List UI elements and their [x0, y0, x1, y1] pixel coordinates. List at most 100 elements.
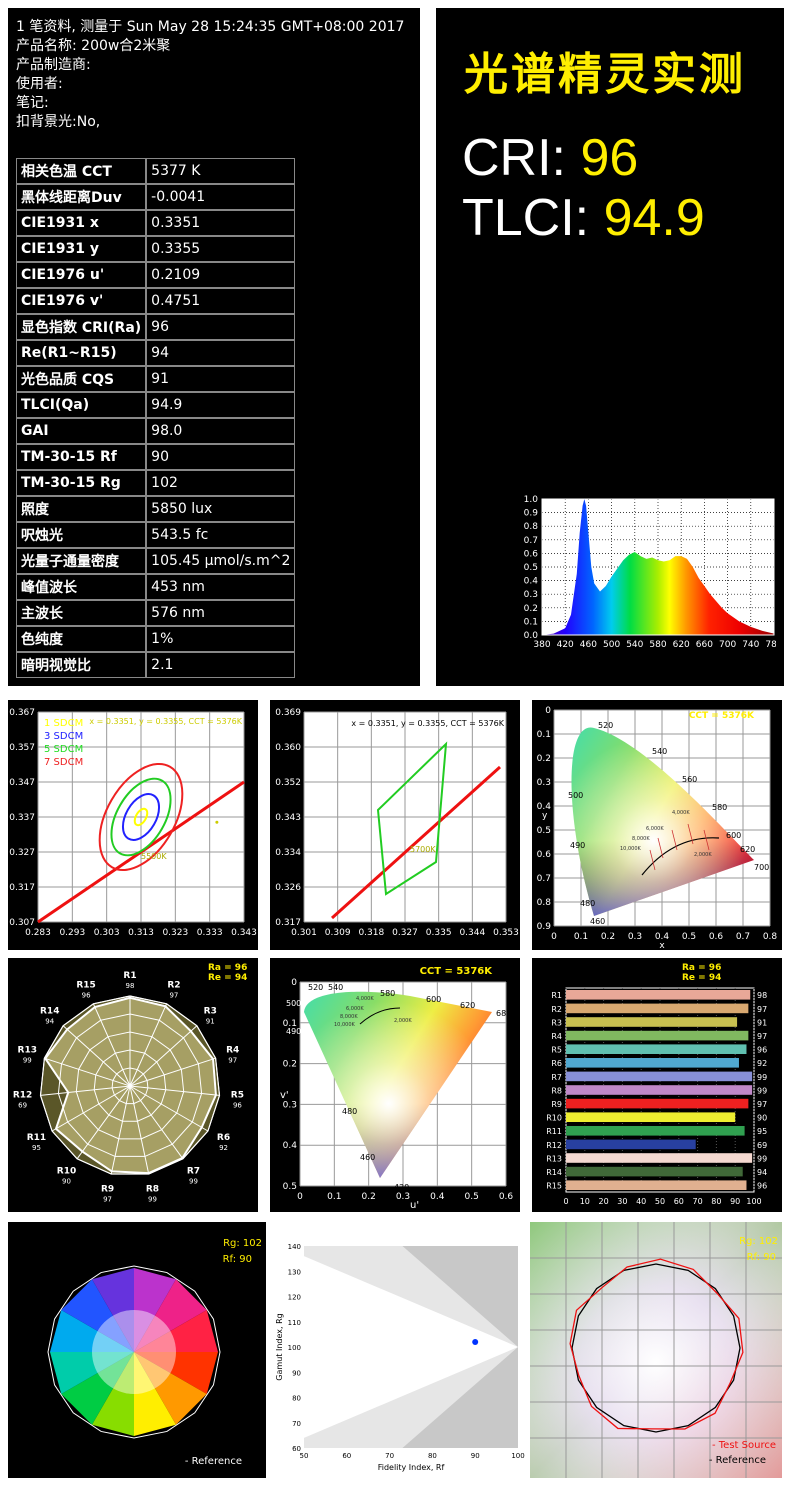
- y-tick-label: 0.3: [283, 1100, 297, 1110]
- x-tick-label: 0.4: [430, 1192, 445, 1202]
- x-tick-label: 0: [551, 932, 557, 942]
- row-value: 105.45 μmol/s.m^2: [146, 548, 296, 574]
- table-row: 呎烛光 543.5 fc: [16, 522, 296, 548]
- y-axis-label: Gamut Index, Rg: [275, 1313, 284, 1380]
- radar-value: 91: [206, 1018, 215, 1026]
- bar-category: R15: [546, 1182, 562, 1191]
- radar-value: 99: [148, 1196, 157, 1204]
- x-tick-label: 0.313: [128, 928, 154, 938]
- cct-label: 6,000K: [346, 1006, 364, 1012]
- bar: [566, 1071, 753, 1082]
- bar-value: 97: [757, 1032, 767, 1041]
- y-tick-label: 0.6: [524, 549, 539, 559]
- y-tick-label: 0.360: [275, 743, 301, 753]
- table-row: GAI 98.0: [16, 418, 296, 444]
- y-tick-label: 0.334: [275, 848, 301, 858]
- chart-title: Ra = 96: [208, 963, 247, 973]
- y-tick-label: 0.5: [283, 1182, 297, 1192]
- bar-value: 99: [757, 1086, 767, 1095]
- wavelength-label: 500: [568, 791, 583, 800]
- y-tick-label: 0.369: [275, 708, 301, 718]
- wavelength-label: 490: [286, 1027, 301, 1036]
- cri-label: CRI:: [462, 129, 581, 187]
- y-tick-label: 0.317: [275, 918, 301, 928]
- x-tick-label: 70: [693, 1197, 703, 1206]
- y-tick-label: 100: [288, 1344, 301, 1352]
- x-tick-label: 0.2: [362, 1192, 376, 1202]
- info-line: 1 笔资料, 测量于 Sun May 28 15:24:35 GMT+08:00…: [16, 19, 405, 35]
- x-tick-label: 740: [742, 640, 759, 650]
- x-tick-label: 460: [580, 640, 597, 650]
- table-row: CIE1931 x 0.3351: [16, 210, 296, 236]
- wavelength-label: 580: [712, 803, 727, 812]
- chart-title: Ra = 96: [682, 963, 721, 973]
- wavelength-label: 480: [342, 1107, 357, 1116]
- radar-value: 94: [45, 1018, 54, 1026]
- cct-label: 4,000K: [672, 810, 690, 816]
- row-key: TM-30-15 Rg: [16, 470, 147, 496]
- legend-entry: 3 SDCM: [44, 731, 83, 742]
- cri-bar-chart: 0 10 20 30 40 50 60 70 80 90 100 R1 98 R2 97 R3 91 R4 97 R5…: [546, 963, 767, 1206]
- table-row: 色纯度 1%: [16, 626, 296, 652]
- cie1931-chart-panel: 0 0.1 0.2 0.3 0.4 0.5 0.6 0.7 0.8 0 0.1 0.2 0.3 0.4 0.…: [532, 700, 782, 950]
- data-point: [472, 1338, 479, 1345]
- wavelength-label: 700: [754, 863, 769, 872]
- chart-title: x = 0.3351, y = 0.3355, CCT = 5376K: [351, 719, 504, 728]
- bar-category: R1: [551, 991, 562, 1000]
- x-tick-label: 0.323: [162, 928, 188, 938]
- cct-label: 8,000K: [632, 836, 650, 842]
- radar-category: R14: [40, 1007, 59, 1017]
- measurement-header: 1 笔资料, 测量于 Sun May 28 15:24:35 GMT+08:00…: [16, 18, 404, 132]
- tm30-rfrg-chart: 50 60 70 80 90 10014013012011010090807060Fide…: [275, 1243, 525, 1472]
- table-row: TM-30-15 Rf 90: [16, 444, 296, 470]
- table-row: 峰值波长 453 nm: [16, 574, 296, 600]
- bar: [566, 1180, 747, 1190]
- y-tick-label: 0.357: [9, 743, 35, 753]
- y-tick-label: 0.0: [524, 631, 539, 641]
- radar-category: R7: [187, 1166, 200, 1176]
- table-row: CIE1976 u' 0.2109: [16, 262, 296, 288]
- y-tick-label: 0.343: [275, 813, 301, 823]
- x-axis-label: Fidelity Index, Rf: [378, 1463, 445, 1472]
- x-tick-label: 0.1: [574, 932, 588, 942]
- x-tick-label: 420: [557, 640, 574, 650]
- radar-value: 96: [82, 991, 91, 999]
- x-tick-label: 0.344: [459, 928, 485, 938]
- x-axis-label: x: [659, 941, 665, 950]
- wavelength-label: 680: [496, 1009, 511, 1018]
- y-tick-label: 0.7: [524, 536, 538, 546]
- rf-label: Rf: 90: [747, 1252, 776, 1263]
- chart-subtitle: Re = 94: [682, 973, 721, 983]
- y-tick-label: 0.9: [524, 509, 539, 519]
- radar-value: 97: [228, 1057, 237, 1065]
- y-tick-label: 0.317: [9, 883, 35, 893]
- x-tick-label: 0.301: [291, 928, 317, 938]
- bar-category: R9: [551, 1100, 562, 1109]
- bar-value: 90: [757, 1114, 767, 1123]
- info-line: 产品名称: 200w合2米聚: [16, 38, 171, 54]
- wavelength-label: 540: [328, 983, 343, 992]
- x-tick-label: 100: [746, 1197, 761, 1206]
- y-tick-label: 0.367: [9, 708, 35, 718]
- y-tick-label: 0.2: [283, 1060, 297, 1070]
- y-tick-label: 0.3: [537, 778, 551, 788]
- tm30-cvg-panel: Rg: 102 Rf: 90 - Test Source - Reference: [530, 1222, 782, 1478]
- bar-category: R5: [551, 1046, 562, 1055]
- x-tick-label: 90: [730, 1197, 740, 1206]
- cct-label: 10,000K: [334, 1022, 355, 1028]
- y-tick-label: 0.6: [537, 850, 552, 860]
- curve-label: 5500K: [141, 852, 167, 861]
- info-line: 产品制造商:: [16, 57, 91, 73]
- bar: [566, 1126, 745, 1136]
- row-value: 0.4751: [146, 288, 296, 314]
- y-tick-label: 120: [288, 1294, 301, 1302]
- bar-category: R8: [551, 1086, 562, 1095]
- bar: [566, 1017, 738, 1027]
- radar-category: R12: [13, 1090, 32, 1100]
- bar: [566, 1139, 696, 1150]
- row-value: 1%: [146, 626, 296, 652]
- sdcm-chart: 0.283 0.293 0.303 0.313 0.323 0.333 0.343 0.367…: [9, 708, 257, 938]
- cri-radar-panel: R1 98 R2 97 R3 91 R4 97 R5 96 R6 92 R7 99 R8 99 R9 97 R10 9…: [8, 958, 258, 1212]
- wavelength-label: 540: [652, 747, 667, 756]
- bar-value: 91: [757, 1018, 767, 1027]
